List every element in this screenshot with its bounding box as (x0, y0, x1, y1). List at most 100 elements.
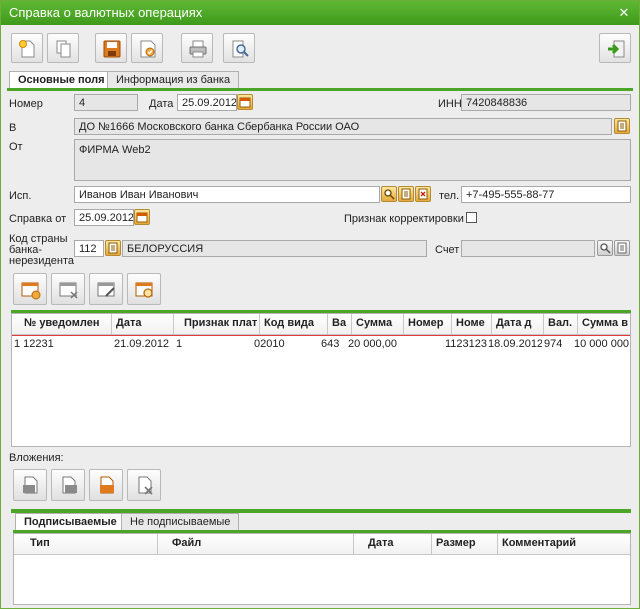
tab-bank-info[interactable]: Информация из банка (107, 71, 240, 89)
table-cell (404, 336, 444, 352)
close-button[interactable]: ✕ (615, 1, 633, 25)
dialog-window: Справка о валютных операциях ✕ Основные … (0, 0, 640, 609)
add-operation-button[interactable] (13, 273, 47, 305)
table-cell: 1 (176, 338, 183, 350)
table-cell: 1 12231 (14, 338, 54, 350)
attachments-label: Вложения: (9, 452, 64, 464)
column-header[interactable]: Дата (354, 534, 432, 554)
files-table: Тип Файл Дата Размер Комментарий (13, 533, 631, 605)
title-bar: Справка о валютных операциях ✕ (1, 1, 639, 25)
table-cell: 10 000 000,0 (574, 338, 630, 350)
cert-date-label: Справка от (9, 213, 67, 225)
column-header[interactable]: Размер (432, 534, 498, 554)
phone-field[interactable]: +7-495-555-88-77 (461, 186, 631, 203)
cert-date-calendar-button[interactable] (134, 209, 150, 225)
preview-button[interactable] (223, 33, 255, 63)
calendar-icon (136, 212, 148, 223)
delete-file-icon (138, 476, 153, 495)
column-header[interactable]: Вал. (544, 314, 578, 334)
date-field[interactable]: 25.09.2012 (177, 94, 237, 111)
country-name-field[interactable]: БЕЛОРУССИЯ (122, 240, 427, 257)
table-cell: 20 000,00 (348, 338, 397, 350)
exit-button[interactable] (599, 33, 631, 63)
edit-row-icon (97, 282, 115, 297)
column-header[interactable]: Ва (328, 314, 352, 334)
executor-search-button[interactable] (381, 186, 397, 202)
preview-icon (232, 40, 249, 58)
bank-field[interactable]: ДО №1666 Московского банка Сбербанка Рос… (74, 118, 612, 135)
add-file-icon (23, 476, 38, 494)
column-header[interactable]: Тип (14, 534, 158, 554)
column-header[interactable]: Файл (158, 534, 354, 554)
header-divider (14, 554, 630, 555)
bank-select-button[interactable] (614, 118, 630, 134)
from-field[interactable]: ФИРМА Web2 (74, 139, 631, 181)
table-cell: 21.09.2012 (114, 338, 170, 350)
view-row-icon (135, 282, 153, 298)
save-file-icon (100, 476, 114, 494)
delete-operation-button[interactable] (51, 273, 85, 305)
account-search-button[interactable] (597, 240, 613, 256)
save-button[interactable] (95, 33, 127, 63)
column-header[interactable]: № уведомлен (12, 314, 112, 334)
table-cell: 18.09.2012 (488, 338, 542, 350)
list-icon (617, 120, 627, 132)
open-file-icon (62, 476, 77, 494)
list-icon (108, 242, 118, 254)
country-code-field[interactable]: 112 (74, 240, 104, 257)
copy-doc-button[interactable] (47, 33, 79, 63)
exit-icon (608, 40, 625, 58)
add-attachment-button[interactable] (13, 469, 47, 501)
date-calendar-button[interactable] (237, 94, 253, 110)
open-attachment-button[interactable] (51, 469, 85, 501)
column-header[interactable]: Номе (452, 314, 492, 334)
column-header[interactable]: Дата д (492, 314, 544, 334)
number-field[interactable]: 4 (74, 94, 138, 111)
save-icon (103, 40, 121, 58)
account-field[interactable] (461, 240, 595, 257)
window-title: Справка о валютных операциях (9, 5, 203, 20)
print-icon (189, 40, 207, 58)
tab-strip-line (7, 88, 633, 91)
executor-clear-button[interactable] (415, 186, 431, 202)
column-header[interactable]: Комментарий (498, 534, 630, 554)
list-icon (617, 242, 627, 254)
close-icon: ✕ (618, 5, 630, 20)
inn-field[interactable]: 7420848836 (461, 94, 631, 111)
tab-unsigned[interactable]: Не подписываемые (121, 513, 240, 531)
column-header[interactable]: Сумма (352, 314, 404, 334)
view-operation-button[interactable] (127, 273, 161, 305)
column-header[interactable]: Номер (404, 314, 452, 334)
print-button[interactable] (181, 33, 213, 63)
add-row-icon (21, 282, 41, 300)
executor-list-button[interactable] (398, 186, 414, 202)
save-attachment-button[interactable] (89, 469, 123, 501)
country-select-button[interactable] (105, 240, 121, 256)
new-doc-button[interactable] (11, 33, 43, 63)
sign-button[interactable] (131, 33, 163, 63)
table-cell: 1123123 (445, 338, 487, 350)
account-label: Счет (435, 244, 460, 256)
clear-icon (418, 188, 428, 200)
column-header[interactable]: Код вида (260, 314, 328, 334)
from-label: От (9, 141, 23, 153)
cert-date-field[interactable]: 25.09.2012 (74, 209, 134, 226)
edit-operation-button[interactable] (89, 273, 123, 305)
executor-field[interactable]: Иванов Иван Иванович (74, 186, 380, 203)
calendar-icon (239, 97, 251, 108)
table-cell: 974 (544, 338, 563, 350)
list-icon (401, 188, 411, 200)
sign-document-icon (140, 40, 156, 58)
correction-checkbox[interactable] (466, 212, 477, 223)
delete-attachment-button[interactable] (127, 469, 161, 501)
column-header[interactable]: Сумма в в (578, 314, 630, 334)
column-header[interactable]: Дата (112, 314, 174, 334)
new-document-icon (19, 40, 35, 58)
search-icon (384, 189, 395, 200)
table-row[interactable]: 1 12231 21.09.2012 1 02010 643 20 000,00… (12, 336, 630, 352)
account-list-button[interactable] (614, 240, 630, 256)
table-cell: 643 (321, 338, 340, 350)
number-label: Номер (9, 98, 43, 110)
column-header[interactable]: Признак плат (174, 314, 260, 334)
correction-label: Признак корректировки (344, 213, 464, 225)
